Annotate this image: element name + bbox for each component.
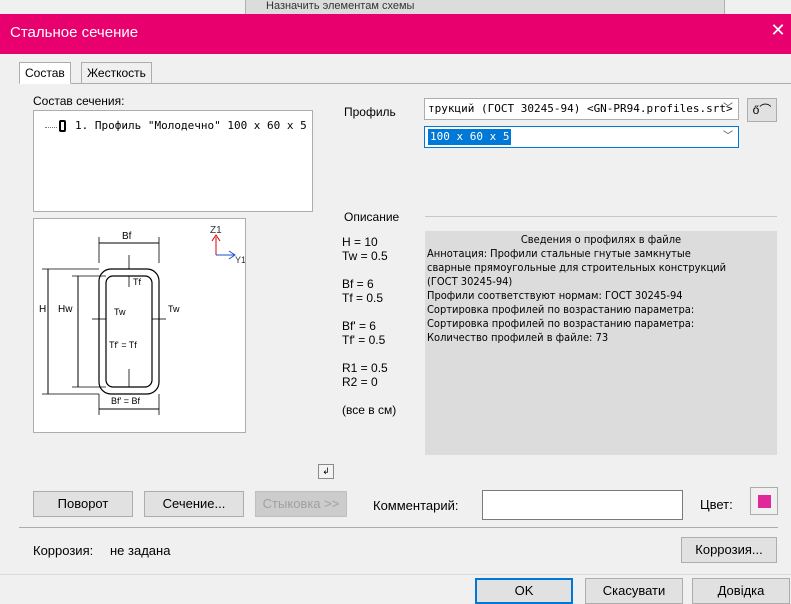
param-h: H = 10: [342, 235, 378, 249]
info-line: Количество профилей в файле: 73: [427, 331, 609, 344]
param-spacer: [342, 305, 396, 319]
background-window-strip: Назначить элементам схемы: [245, 0, 725, 14]
composition-label: Состав сечения:: [33, 94, 125, 108]
parameters-list: H = 10 Tw = 0.5 Bf = 6 Tf = 0.5 Bf' = 6 …: [342, 235, 396, 417]
dim-h-label: H: [39, 304, 46, 315]
docking-button[interactable]: Стыковка >>: [255, 491, 347, 517]
param-bf-prime: Bf' = 6: [342, 319, 376, 333]
dim-bf-label: Bf: [122, 231, 132, 242]
section-button[interactable]: Сечение...: [144, 491, 244, 517]
chevron-down-icon: ﹀: [723, 103, 733, 114]
profile-size-select[interactable]: 100 x 60 x 5 ﹀: [424, 126, 739, 148]
dim-tw-right-label: Tw: [168, 304, 180, 314]
comment-input[interactable]: [482, 490, 683, 520]
section-diagram: Bf H Hw Tf Tw Tw Tf' = Tf Bf' = Bf Z1 Y1: [33, 218, 246, 433]
param-r2: R2 = 0: [342, 375, 378, 389]
comment-label: Комментарий:: [373, 498, 459, 513]
param-tf-prime: Tf' = 0.5: [342, 333, 386, 347]
list-item[interactable]: 1. Профиль "Молодечно" 100 x 60 x 5: [75, 119, 307, 132]
info-line: (ГОСТ 30245-94): [427, 275, 513, 288]
section-drawing: Bf H Hw Tf Tw Tw Tf' = Tf Bf' = Bf Z1 Y1: [39, 225, 246, 415]
color-label: Цвет:: [700, 497, 733, 512]
color-swatch: [758, 495, 771, 508]
info-line: сварные прямоугольные для строительных к…: [427, 261, 727, 274]
close-icon[interactable]: ✕: [768, 20, 788, 41]
info-line: Сортировка профилей по возрастанию парам…: [427, 317, 695, 330]
dim-bf-eq-label: Bf' = Bf: [111, 396, 140, 406]
profile-size-value: 100 x 60 x 5: [428, 129, 512, 145]
profile-catalog-value: трукций (ГОСТ 30245-94) <GN-PR94.profile…: [428, 102, 733, 115]
dim-tf-eq-label: Tf' = Tf: [109, 340, 137, 350]
axis-y1-label: Y1: [235, 255, 245, 265]
dim-tw-left-label: Tw: [114, 307, 126, 317]
ok-button[interactable]: OK: [475, 578, 573, 604]
param-spacer: [342, 389, 396, 403]
tab-stiffness[interactable]: Жесткость: [81, 62, 152, 84]
profile-label: Профиль: [344, 105, 396, 119]
dim-hw-label: Hw: [58, 304, 73, 315]
dim-tf-label: Tf: [133, 277, 141, 287]
tab-composition[interactable]: Состав: [19, 62, 71, 84]
info-line: Профили соответствуют нормам: ГОСТ 30245…: [427, 289, 683, 302]
corrosion-value: не задана: [110, 543, 171, 558]
return-arrow-icon[interactable]: ↲: [318, 464, 334, 479]
description-label: Описание: [344, 210, 400, 224]
description-divider: [425, 216, 777, 217]
info-heading: Сведения о профилях в файле: [520, 233, 682, 246]
corrosion-button[interactable]: Коррозия...: [681, 537, 777, 563]
param-tf: Tf = 0.5: [342, 291, 384, 305]
param-tw: Tw = 0.5: [342, 249, 388, 263]
background-window-text: Назначить элементам схемы: [266, 0, 415, 12]
rotate-button[interactable]: Поворот: [33, 491, 133, 517]
param-r1: R1 = 0.5: [342, 361, 388, 375]
corrosion-label: Коррозия:: [33, 543, 94, 558]
profile-catalog-select[interactable]: трукций (ГОСТ 30245-94) <GN-PR94.profile…: [424, 98, 739, 120]
glasses-icon[interactable]: ő⌒: [747, 98, 777, 122]
param-bf: Bf = 6: [342, 277, 374, 291]
dialog-title: Стальное сечение: [10, 24, 139, 41]
chevron-down-icon: ﹀: [723, 131, 733, 142]
info-line: Аннотация: Профили стальные гнутые замкн…: [427, 247, 691, 260]
separator: [19, 527, 778, 528]
param-spacer: [342, 263, 396, 277]
cancel-button[interactable]: Скасувати: [585, 578, 683, 604]
profile-info-panel: Сведения о профилях в файле Аннотация: П…: [425, 231, 777, 455]
info-line: Сортировка профилей по возрастанию парам…: [427, 303, 695, 316]
help-button[interactable]: Довідка: [692, 578, 790, 604]
param-spacer: [342, 347, 396, 361]
param-units-note: (все в см): [342, 403, 397, 417]
tree-connector: [45, 127, 57, 128]
profile-shape-icon: [59, 120, 66, 132]
color-picker-button[interactable]: [750, 487, 778, 515]
